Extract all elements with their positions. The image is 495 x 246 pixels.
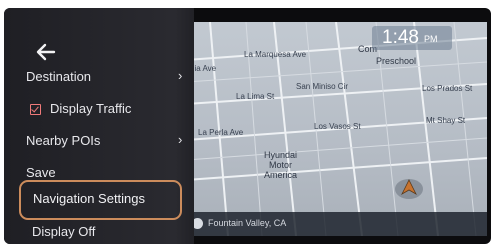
clock-time: 1:48 bbox=[382, 27, 419, 48]
current-location-bar: Fountain Valley, CA bbox=[186, 212, 487, 236]
street-label: La Lima St bbox=[236, 92, 275, 101]
street-label: Los Prados St bbox=[422, 84, 473, 93]
menu-item-destination[interactable]: Destination › bbox=[20, 64, 183, 90]
menu-item-label: Navigation Settings bbox=[33, 191, 146, 206]
menu-item-label: Nearby POIs bbox=[26, 133, 101, 148]
clock-display: 1:48 PM bbox=[372, 26, 452, 50]
street-label: La Marquesa Ave bbox=[244, 50, 307, 59]
menu-item-label: Display Traffic bbox=[50, 101, 132, 116]
street-label: Los Vasos St bbox=[314, 122, 361, 131]
current-position-icon bbox=[395, 179, 423, 199]
chevron-right-icon: › bbox=[178, 132, 183, 147]
back-arrow-icon[interactable] bbox=[34, 40, 58, 64]
menu-item-display-traffic[interactable]: Display Traffic bbox=[20, 96, 180, 122]
clock-ampm: PM bbox=[424, 34, 438, 44]
street-label: Mt Shay St bbox=[426, 116, 466, 125]
poi-label-hyundai: Hyundai Motor America bbox=[264, 150, 298, 180]
menu-item-label: Save bbox=[26, 165, 56, 180]
menu-item-nearby-pois[interactable]: Nearby POIs › bbox=[20, 128, 183, 154]
menu-item-display-off[interactable]: Display Off bbox=[20, 220, 180, 246]
navigation-map[interactable]: La Marquesa Ave hia Ave La Lima St San M… bbox=[186, 22, 487, 236]
menu-item-label: Destination bbox=[26, 69, 92, 84]
checkbox-checked-icon[interactable] bbox=[30, 104, 41, 115]
menu-item-label: Display Off bbox=[32, 224, 96, 239]
street-label: La Perla Ave bbox=[198, 128, 244, 137]
street-label: San Miniso Cir bbox=[296, 82, 349, 91]
current-city-label: Fountain Valley, CA bbox=[208, 218, 287, 228]
menu-item-navigation-settings[interactable]: Navigation Settings bbox=[19, 180, 182, 220]
chevron-right-icon: › bbox=[178, 68, 183, 83]
poi-label-preschool: Preschool bbox=[376, 56, 417, 66]
